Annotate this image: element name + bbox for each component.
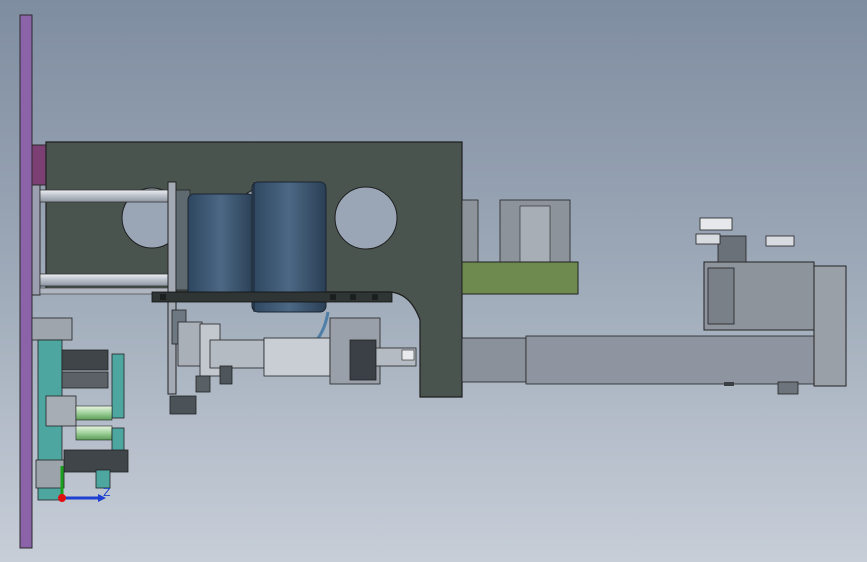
motor-mount-bracket bbox=[461, 199, 579, 295]
origin-dot bbox=[58, 494, 66, 502]
linear-rail bbox=[151, 291, 393, 303]
pneumatic-cluster bbox=[31, 317, 129, 501]
rail-beam bbox=[461, 335, 817, 395]
gripper-mechanism bbox=[169, 309, 417, 415]
cad-assembly-drawing: Z bbox=[19, 14, 847, 549]
cad-viewport[interactable]: Z bbox=[0, 0, 867, 562]
triad-z-label: Z bbox=[103, 486, 111, 499]
